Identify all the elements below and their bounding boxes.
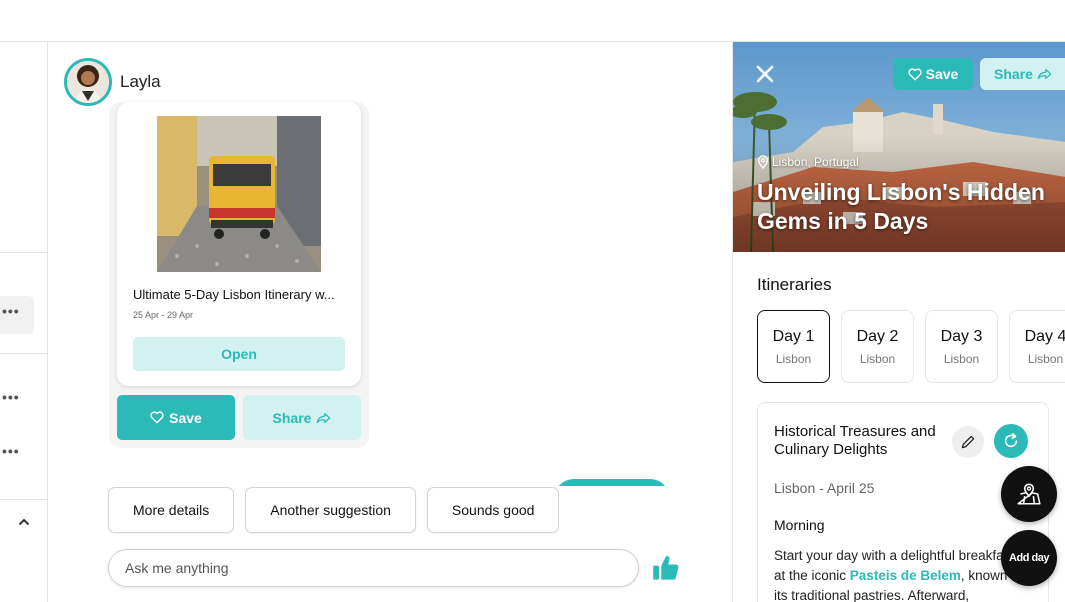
- description-line: at the iconic Pasteis de Belem, known fo…: [774, 566, 1014, 586]
- place-link[interactable]: Pasteis de Belem: [850, 568, 961, 583]
- chevron-up-icon[interactable]: [18, 516, 30, 528]
- thumbs-up-icon[interactable]: [652, 554, 680, 582]
- agent-name: Layla: [120, 72, 161, 92]
- share-arrow-icon: [316, 412, 331, 424]
- share-label: Share: [273, 410, 312, 426]
- day-tab-4[interactable]: Day 4 Lisbon: [1009, 310, 1065, 383]
- panel-save-label: Save: [926, 66, 959, 82]
- divider: [0, 499, 47, 500]
- left-sidebar: ••• ••• •••: [0, 42, 48, 602]
- day-tab-1[interactable]: Day 1 Lisbon: [757, 310, 830, 383]
- refresh-icon: [1002, 432, 1020, 450]
- chat-input[interactable]: Ask me anything: [108, 549, 639, 587]
- edit-button[interactable]: [952, 426, 984, 458]
- day-tab-3[interactable]: Day 3 Lisbon: [925, 310, 998, 383]
- day-tab-label: Day 2: [857, 328, 899, 346]
- top-bar: [0, 0, 1065, 42]
- section-heading: Morning: [774, 517, 825, 533]
- suggestion-more-details[interactable]: More details: [108, 487, 234, 533]
- more-options-icon[interactable]: •••: [2, 443, 20, 459]
- day-tab-city: Lisbon: [776, 352, 811, 366]
- panel-share-label: Share: [994, 66, 1033, 82]
- day-tab-2[interactable]: Day 2 Lisbon: [841, 310, 914, 383]
- description-line: its traditional pastries. Afterward,: [774, 586, 1014, 602]
- trip-location: Lisbon, Portugal: [757, 155, 859, 169]
- regenerate-button[interactable]: [994, 424, 1028, 458]
- save-label: Save: [169, 410, 202, 426]
- day-plan-subtitle: Lisbon - April 25: [774, 480, 874, 496]
- trip-card-dates: 25 Apr - 29 Apr: [133, 310, 193, 320]
- day-tab-label: Day 4: [1025, 328, 1065, 346]
- description-line: Start your day with a delightful breakfa…: [774, 546, 1014, 566]
- map-button[interactable]: [1001, 466, 1057, 522]
- day-tab-city: Lisbon: [860, 352, 895, 366]
- day-tab-label: Day 3: [941, 328, 983, 346]
- share-button[interactable]: Share: [243, 395, 361, 440]
- message-bubble-peek: [554, 479, 670, 519]
- hero-image: Save Share Lisbon, Portugal Unveiling Li…: [733, 42, 1065, 252]
- trip-card-title: Ultimate 5-Day Lisbon Itinerary w...: [133, 287, 349, 302]
- panel-save-button[interactable]: Save: [893, 58, 973, 90]
- chat-area: Layla Ultimate 5-Day Li: [48, 42, 732, 602]
- location-text: Lisbon, Portugal: [772, 155, 859, 169]
- suggestion-sounds-good[interactable]: Sounds good: [427, 487, 560, 533]
- more-options-icon[interactable]: •••: [2, 303, 20, 319]
- more-options-icon[interactable]: •••: [2, 389, 20, 405]
- day-plan-title: Historical Treasures and Culinary Deligh…: [774, 423, 954, 459]
- trip-card-image: [157, 116, 321, 272]
- location-pin-icon: [757, 155, 769, 169]
- add-day-button[interactable]: Add day: [1001, 530, 1057, 586]
- map-pin-icon: [1016, 481, 1042, 507]
- day-tab-label: Day 1: [773, 328, 815, 346]
- avatar: [64, 58, 112, 106]
- panel-share-button[interactable]: Share: [980, 58, 1065, 90]
- agent-header: Layla: [64, 58, 161, 106]
- day-tabs: Day 1 Lisbon Day 2 Lisbon Day 3 Lisbon D…: [757, 310, 1065, 383]
- trip-card[interactable]: Ultimate 5-Day Lisbon Itinerary w... 25 …: [117, 102, 361, 386]
- divider: [0, 353, 47, 354]
- open-button[interactable]: Open: [133, 337, 345, 371]
- day-plan-description: Start your day with a delightful breakfa…: [774, 546, 1014, 602]
- trip-title: Unveiling Lisbon's Hidden Gems in 5 Days: [757, 178, 1047, 236]
- divider: [0, 252, 47, 253]
- suggestion-chips: More details Another suggestion Sounds g…: [108, 487, 559, 533]
- day-tab-city: Lisbon: [1028, 352, 1063, 366]
- itineraries-heading: Itineraries: [757, 275, 832, 295]
- save-button[interactable]: Save: [117, 395, 235, 440]
- share-arrow-icon: [1037, 68, 1052, 80]
- day-tab-city: Lisbon: [944, 352, 979, 366]
- suggestion-another[interactable]: Another suggestion: [245, 487, 416, 533]
- pencil-icon: [960, 434, 976, 450]
- heart-icon: [908, 68, 922, 81]
- description-text: at the iconic: [774, 568, 850, 583]
- heart-icon: [150, 411, 164, 424]
- close-icon[interactable]: [755, 64, 775, 84]
